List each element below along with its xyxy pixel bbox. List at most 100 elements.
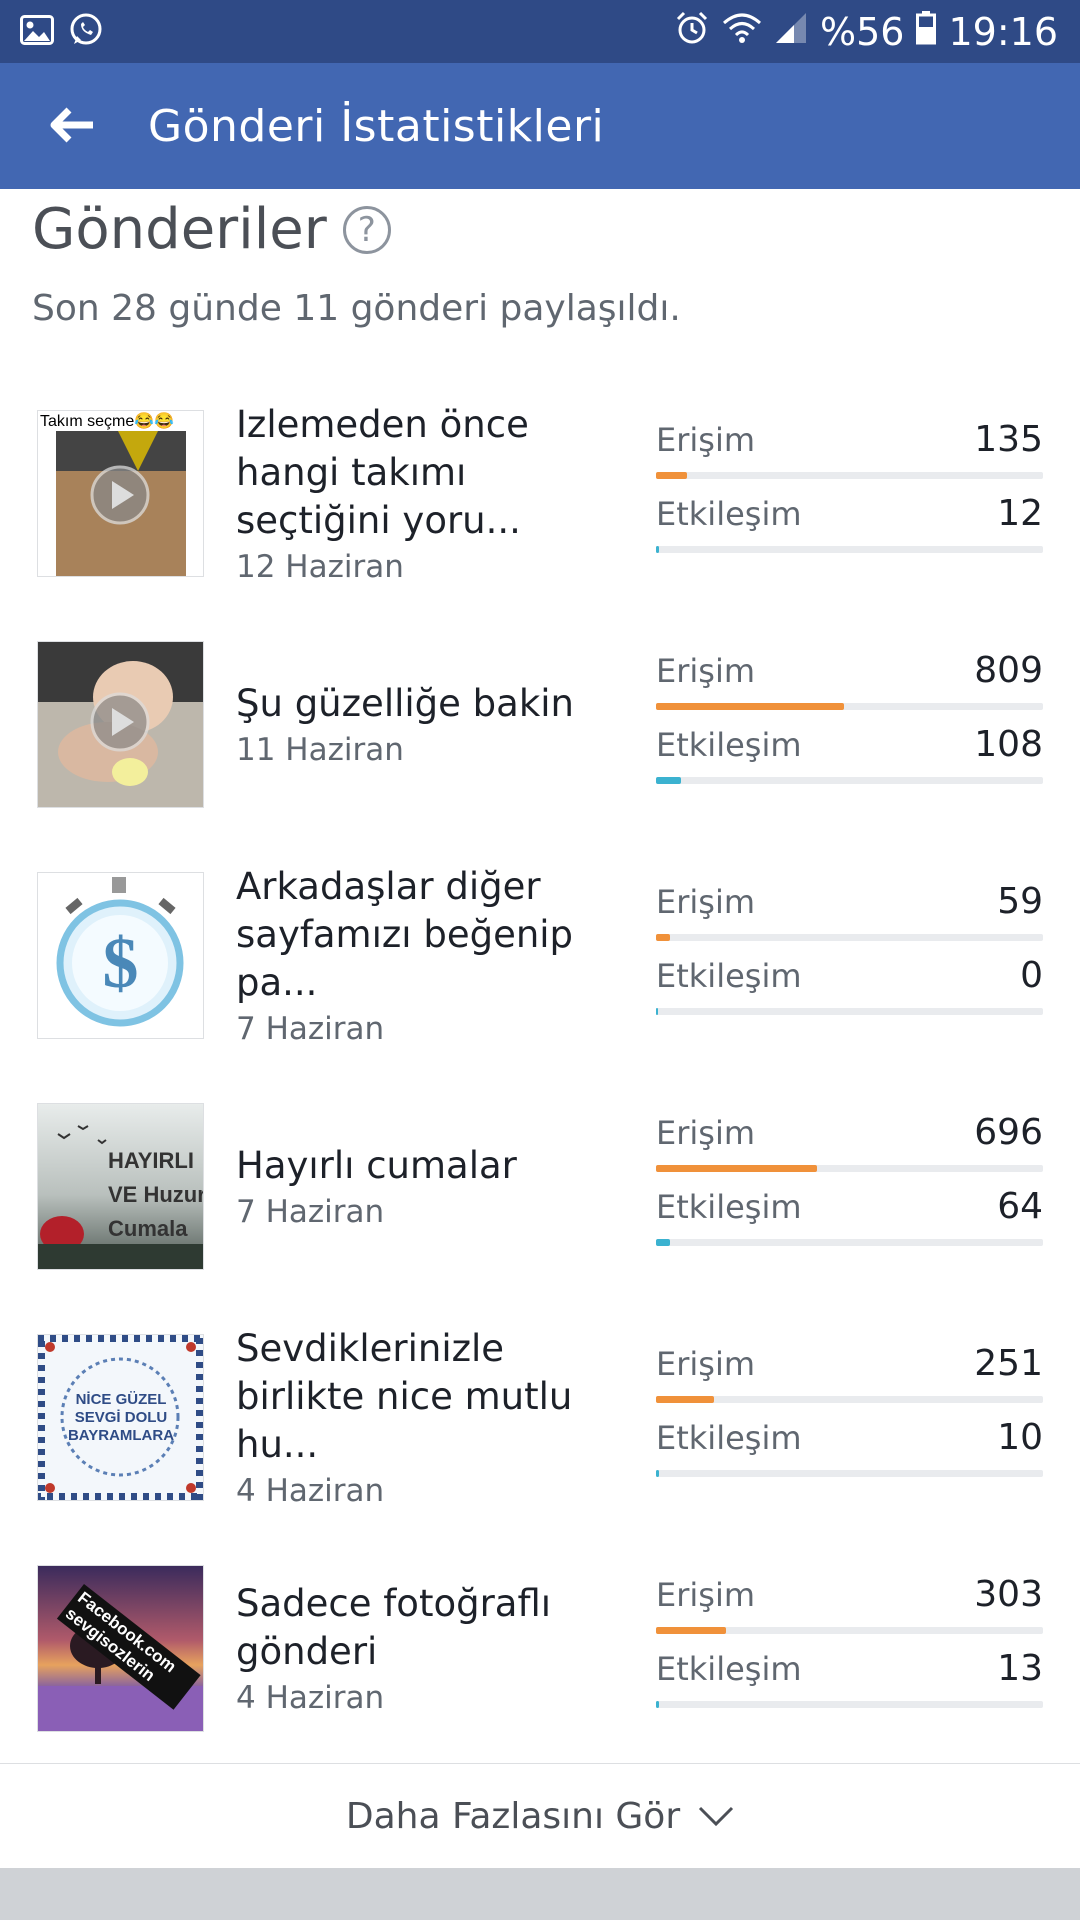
engagement-value: 10 <box>997 1417 1043 1458</box>
post-list: Takım seçme😂😂 Izlemeden önce hangi takım… <box>0 400 1080 1786</box>
post-thumbnail[interactable]: Facebook.com sevgisozlerin <box>37 1565 204 1732</box>
post-title[interactable]: Hayırlı cumalar <box>236 1142 626 1190</box>
reach-value: 59 <box>997 881 1043 922</box>
reach-metric: Erişim 696 <box>656 1113 1043 1187</box>
reach-metric: Erişim 809 <box>656 651 1043 725</box>
reach-bar-track <box>656 1627 1043 1634</box>
section-title: Gönderiler <box>32 197 327 262</box>
engagement-value: 64 <box>997 1186 1043 1227</box>
post-thumbnail[interactable]: $ <box>37 872 204 1039</box>
engagement-bar-track <box>656 777 1043 784</box>
bottom-bar <box>0 1868 1080 1920</box>
reach-bar-fill <box>656 1396 715 1403</box>
see-more-button[interactable]: Daha Fazlasını Gör <box>0 1764 1080 1868</box>
battery-percent: %56 <box>820 10 905 54</box>
engagement-label: Etkileşim <box>656 1650 802 1688</box>
dollar-icon: $ <box>102 923 139 1003</box>
engagement-bar-track <box>656 1008 1043 1015</box>
reach-bar-fill <box>656 1165 817 1172</box>
engagement-metric: Etkileşim 12 <box>656 494 1043 568</box>
post-title[interactable]: Sadece fotoğraflı gönderi <box>236 1580 626 1676</box>
post-row[interactable]: Facebook.com sevgisozlerin Sadece fotoğr… <box>0 1555 1080 1786</box>
engagement-metric: Etkileşim 108 <box>656 725 1043 799</box>
post-metrics: Erişim 59 Etkileşim 0 <box>656 882 1043 1030</box>
engagement-metric: Etkileşim 0 <box>656 956 1043 1030</box>
post-thumbnail[interactable]: Takım seçme😂😂 <box>37 410 204 577</box>
reach-label: Erişim <box>656 883 755 921</box>
engagement-bar-track <box>656 1701 1043 1708</box>
back-arrow-icon <box>49 106 95 148</box>
post-metrics: Erişim 303 Etkileşim 13 <box>656 1575 1043 1723</box>
engagement-label: Etkileşim <box>656 1419 802 1457</box>
reach-bar-track <box>656 1165 1043 1172</box>
post-date: 4 Haziran <box>236 1472 385 1509</box>
status-bar: %56 19:16 <box>0 0 1080 63</box>
engagement-bar-fill <box>656 1008 658 1015</box>
reach-bar-track <box>656 472 1043 479</box>
image-icon <box>20 15 54 49</box>
post-date: 4 Haziran <box>236 1679 385 1716</box>
app-bar: Gönderi İstatistikleri <box>0 63 1080 189</box>
post-row[interactable]: Takım seçme😂😂 Izlemeden önce hangi takım… <box>0 400 1080 631</box>
reach-metric: Erişim 59 <box>656 882 1043 956</box>
alarm-icon <box>674 10 710 55</box>
reach-metric: Erişim 135 <box>656 420 1043 494</box>
post-date: 11 Haziran <box>236 731 404 768</box>
post-metrics: Erişim 251 Etkileşim 10 <box>656 1344 1043 1492</box>
post-thumbnail[interactable] <box>37 641 204 808</box>
section-subtitle: Son 28 günde 11 gönderi paylaşıldı. <box>32 288 681 329</box>
engagement-label: Etkileşim <box>656 957 802 995</box>
post-metrics: Erişim 696 Etkileşim 64 <box>656 1113 1043 1261</box>
post-title[interactable]: Sevdiklerinizle birlikte nice mutlu hu..… <box>236 1325 626 1469</box>
chevron-down-icon <box>698 1805 734 1827</box>
reach-value: 696 <box>974 1112 1043 1153</box>
post-title[interactable]: Şu güzelliğe bakin <box>236 680 626 728</box>
engagement-metric: Etkileşim 64 <box>656 1187 1043 1261</box>
reach-label: Erişim <box>656 1576 755 1614</box>
reach-value: 135 <box>974 419 1043 460</box>
engagement-label: Etkileşim <box>656 1188 802 1226</box>
engagement-value: 108 <box>974 724 1043 765</box>
reach-metric: Erişim 251 <box>656 1344 1043 1418</box>
engagement-bar-fill <box>656 777 682 784</box>
engagement-label: Etkileşim <box>656 495 802 533</box>
back-button[interactable] <box>44 99 100 155</box>
engagement-bar-fill <box>656 1701 659 1708</box>
post-date: 7 Haziran <box>236 1193 385 1230</box>
post-row[interactable]: $ Arkadaşlar diğer sayfamızı beğenip pa.… <box>0 862 1080 1093</box>
clock: 19:16 <box>948 10 1058 54</box>
reach-bar-track <box>656 703 1043 710</box>
post-row[interactable]: Şu güzelliğe bakin 11 Haziran Erişim 809… <box>0 631 1080 862</box>
post-date: 12 Haziran <box>236 548 404 585</box>
post-date: 7 Haziran <box>236 1010 385 1047</box>
reach-label: Erişim <box>656 652 755 690</box>
reach-metric: Erişim 303 <box>656 1575 1043 1649</box>
help-icon[interactable]: ? <box>342 206 391 254</box>
reach-value: 809 <box>974 650 1043 691</box>
see-more-label: Daha Fazlasını Gör <box>345 1795 681 1837</box>
post-thumbnail[interactable]: NİCE GÜZEL SEVGİ DOLU BAYRAMLARA <box>37 1334 204 1501</box>
engagement-bar-track <box>656 546 1043 553</box>
engagement-metric: Etkileşim 10 <box>656 1418 1043 1492</box>
engagement-bar-fill <box>656 1239 670 1246</box>
engagement-bar-track <box>656 1470 1043 1477</box>
wifi-icon <box>722 10 762 54</box>
signal-icon <box>774 10 808 54</box>
post-title[interactable]: Izlemeden önce hangi takımı seçtiğini yo… <box>236 401 626 545</box>
reach-bar-fill <box>656 703 844 710</box>
engagement-bar-fill <box>656 546 659 553</box>
post-title[interactable]: Arkadaşlar diğer sayfamızı beğenip pa... <box>236 863 626 1007</box>
thumbnail-caption: HAYIRLI VE Huzur Cumala <box>108 1148 204 1241</box>
reach-label: Erişim <box>656 421 755 459</box>
section-header: Gönderiler ? <box>32 198 391 262</box>
thumbnail-caption: NİCE GÜZEL SEVGİ DOLU BAYRAMLARA <box>67 1391 175 1444</box>
post-row[interactable]: HAYIRLI VE Huzur Cumala Hayırlı cumalar … <box>0 1093 1080 1324</box>
post-row[interactable]: NİCE GÜZEL SEVGİ DOLU BAYRAMLARA Sevdikl… <box>0 1324 1080 1555</box>
engagement-label: Etkileşim <box>656 726 802 764</box>
reach-label: Erişim <box>656 1114 755 1152</box>
post-thumbnail[interactable]: HAYIRLI VE Huzur Cumala <box>37 1103 204 1270</box>
engagement-value: 12 <box>997 493 1043 534</box>
reach-bar-fill <box>656 934 670 941</box>
engagement-value: 13 <box>997 1648 1043 1689</box>
reach-label: Erişim <box>656 1345 755 1383</box>
